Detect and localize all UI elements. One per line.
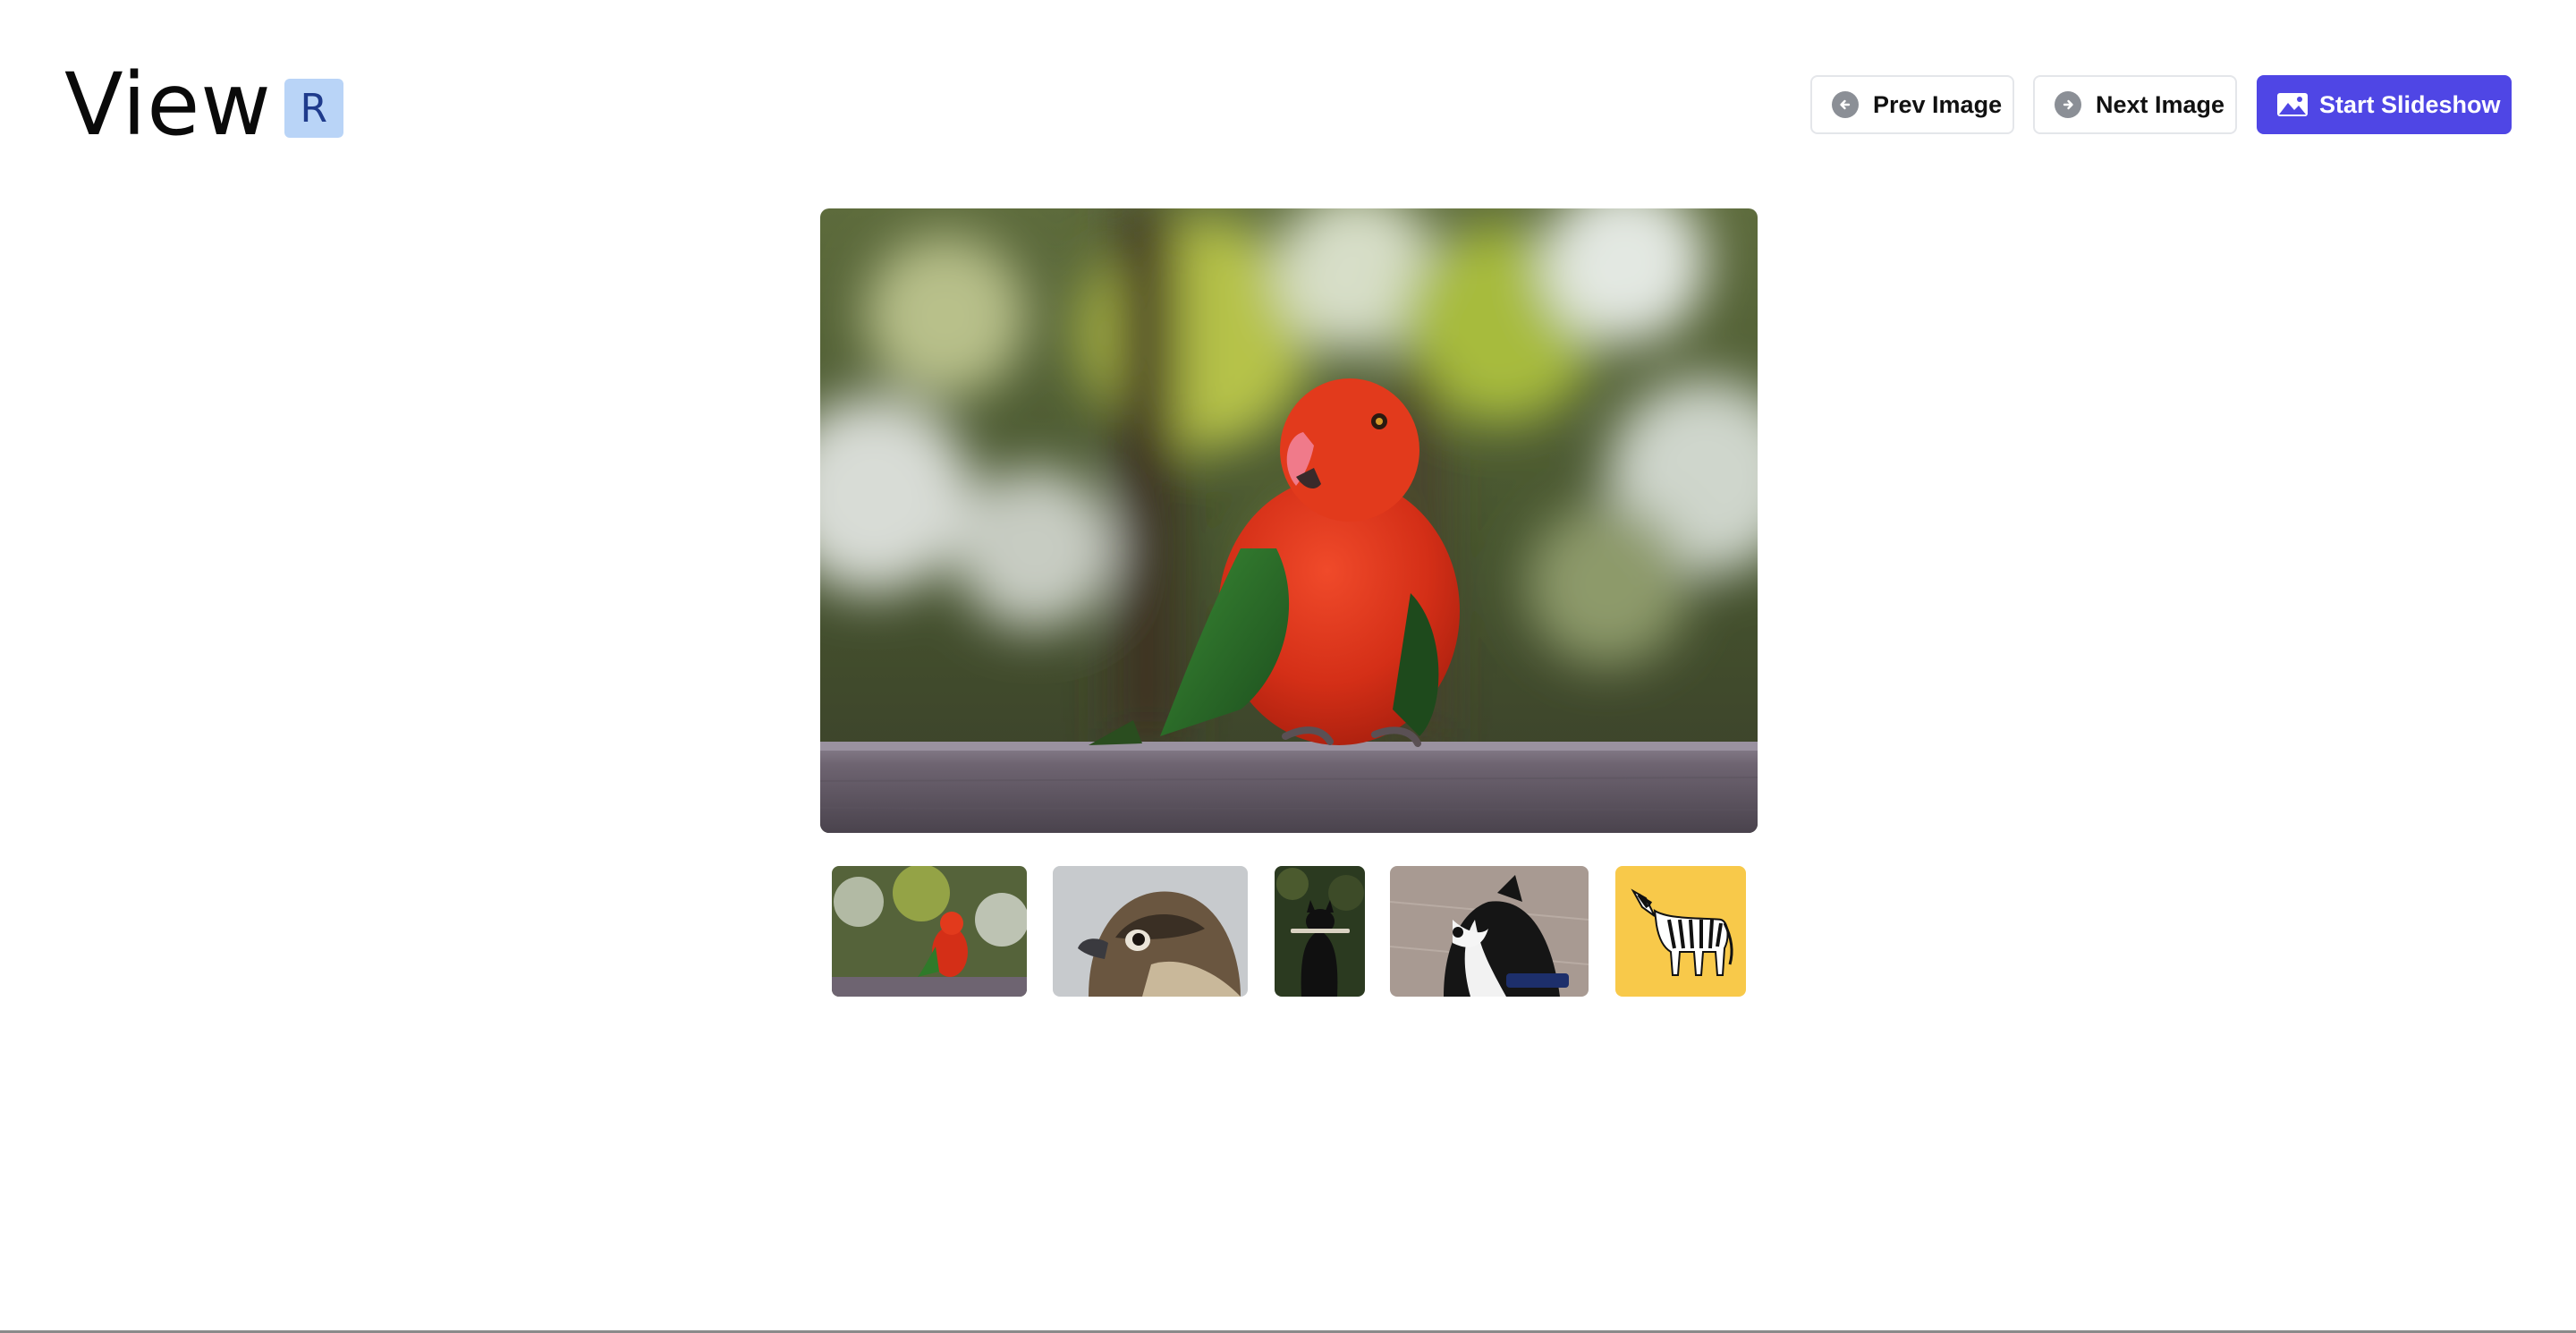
next-image-label: Next Image — [2096, 90, 2225, 118]
main-image-parrot — [820, 208, 1758, 833]
thumbnail-parrot[interactable] — [832, 866, 1027, 997]
arrow-left-icon — [1832, 91, 1859, 118]
next-image-button[interactable]: Next Image — [2033, 75, 2237, 134]
logo-badge: R — [284, 79, 343, 138]
start-slideshow-button[interactable]: Start Slideshow — [2257, 75, 2512, 134]
arrow-right-icon — [2055, 91, 2081, 118]
prev-image-button[interactable]: Prev Image — [1810, 75, 2014, 134]
prev-image-label: Prev Image — [1873, 90, 2003, 118]
thumbnail-dog-with-stick[interactable] — [1275, 866, 1365, 997]
app-logo: View R — [64, 55, 343, 154]
thumbnail-falcon[interactable] — [1053, 866, 1248, 997]
start-slideshow-label: Start Slideshow — [2319, 90, 2501, 118]
image-icon — [2276, 92, 2309, 117]
thumbnail-zebra[interactable] — [1615, 866, 1746, 997]
logo-text: View — [64, 55, 272, 155]
thumbnail-border-collie[interactable] — [1390, 866, 1589, 997]
